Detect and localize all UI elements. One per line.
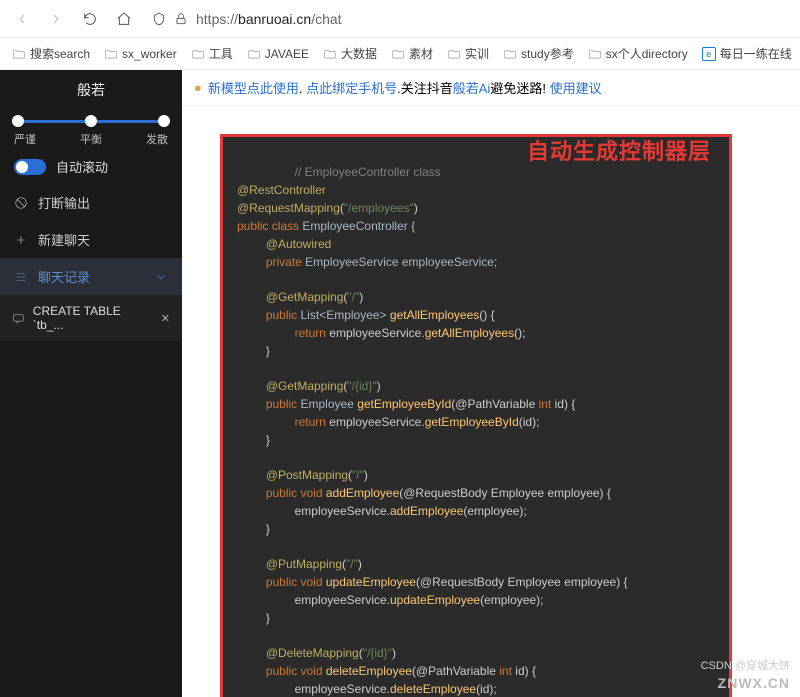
bookmark-item[interactable]: JAVAEE (241, 44, 315, 64)
app-title: 般若 (0, 70, 182, 106)
bookmarks-bar: 搜索searchsx_worker工具JAVAEE大数据素材实训study参考s… (0, 38, 800, 70)
bookmark-item[interactable]: e每日一练在线 (696, 42, 798, 65)
back-button[interactable] (8, 5, 36, 33)
folder-icon (12, 47, 26, 61)
bookmark-item[interactable]: study参考 (497, 42, 580, 65)
notice-link-4[interactable]: 使用建议 (550, 81, 602, 96)
temperature-slider[interactable]: 严谨平衡发散 (0, 106, 182, 149)
bookmark-item[interactable]: 工具 (185, 42, 239, 65)
list-icon (14, 270, 28, 284)
notice-link-1[interactable]: 新模型点此使用 (208, 81, 299, 96)
watermark: ZNWX.CN (718, 675, 790, 691)
folder-icon (447, 47, 461, 61)
close-icon[interactable]: ✕ (161, 312, 170, 325)
bookmark-item[interactable]: sx个人directory (582, 42, 694, 65)
warning-icon: ● (194, 80, 202, 95)
code-caption: 自动生成控制器层 (527, 143, 711, 160)
autoscroll-label: 自动滚动 (56, 157, 108, 176)
url-text: https://banruoai.cn/chat (196, 11, 342, 27)
browser-toolbar: https://banruoai.cn/chat (0, 0, 800, 38)
bookmark-item[interactable]: 搜索search (6, 42, 96, 65)
notice-link-3[interactable]: 般若Ai (453, 81, 491, 96)
folder-icon (104, 47, 118, 61)
sidebar-item[interactable]: 新建聊天 (0, 221, 182, 258)
forward-button[interactable] (42, 5, 70, 33)
bookmark-item[interactable]: 素材 (385, 42, 439, 65)
sidebar-item[interactable]: 聊天记录 (0, 258, 182, 295)
chat-item-label: CREATE TABLE `tb_... (33, 304, 153, 332)
message-icon (12, 312, 25, 325)
home-button[interactable] (110, 5, 138, 33)
folder-icon (391, 47, 405, 61)
address-bar[interactable]: https://banruoai.cn/chat (144, 11, 792, 27)
shield-icon (152, 12, 166, 26)
bookmark-item[interactable]: sx_worker (98, 44, 183, 64)
edge-icon: e (702, 47, 716, 61)
notice-bar: ● 新模型点此使用. 点此绑定手机号.关注抖音般若Ai避免迷路! 使用建议 (182, 70, 800, 106)
folder-icon (191, 47, 205, 61)
chevron-down-icon (154, 270, 168, 284)
sidebar: 般若 严谨平衡发散 自动滚动 打断输出新建聊天聊天记录 CREATE TABLE… (0, 70, 182, 697)
folder-icon (247, 47, 261, 61)
folder-icon (588, 47, 602, 61)
sidebar-item[interactable]: 打断输出 (0, 184, 182, 221)
autoscroll-row: 自动滚动 (0, 149, 182, 184)
chat-history-item[interactable]: CREATE TABLE `tb_... ✕ (0, 295, 182, 341)
notice-link-2[interactable]: 点此绑定手机号 (306, 81, 397, 96)
code-block: 自动生成控制器层// EmployeeController class @Res… (220, 134, 732, 697)
folder-icon (323, 47, 337, 61)
content-area: ● 新模型点此使用. 点此绑定手机号.关注抖音般若Ai避免迷路! 使用建议 自动… (182, 70, 800, 697)
bookmark-item[interactable]: 大数据 (317, 42, 383, 65)
folder-icon (503, 47, 517, 61)
autoscroll-toggle[interactable] (14, 159, 46, 175)
bookmark-item[interactable]: 实训 (441, 42, 495, 65)
csdn-watermark: CSDN @穿城大饼 (701, 657, 790, 673)
plus-icon (14, 233, 28, 247)
lock-icon (174, 12, 188, 26)
ban-icon (14, 196, 28, 210)
reload-button[interactable] (76, 5, 104, 33)
